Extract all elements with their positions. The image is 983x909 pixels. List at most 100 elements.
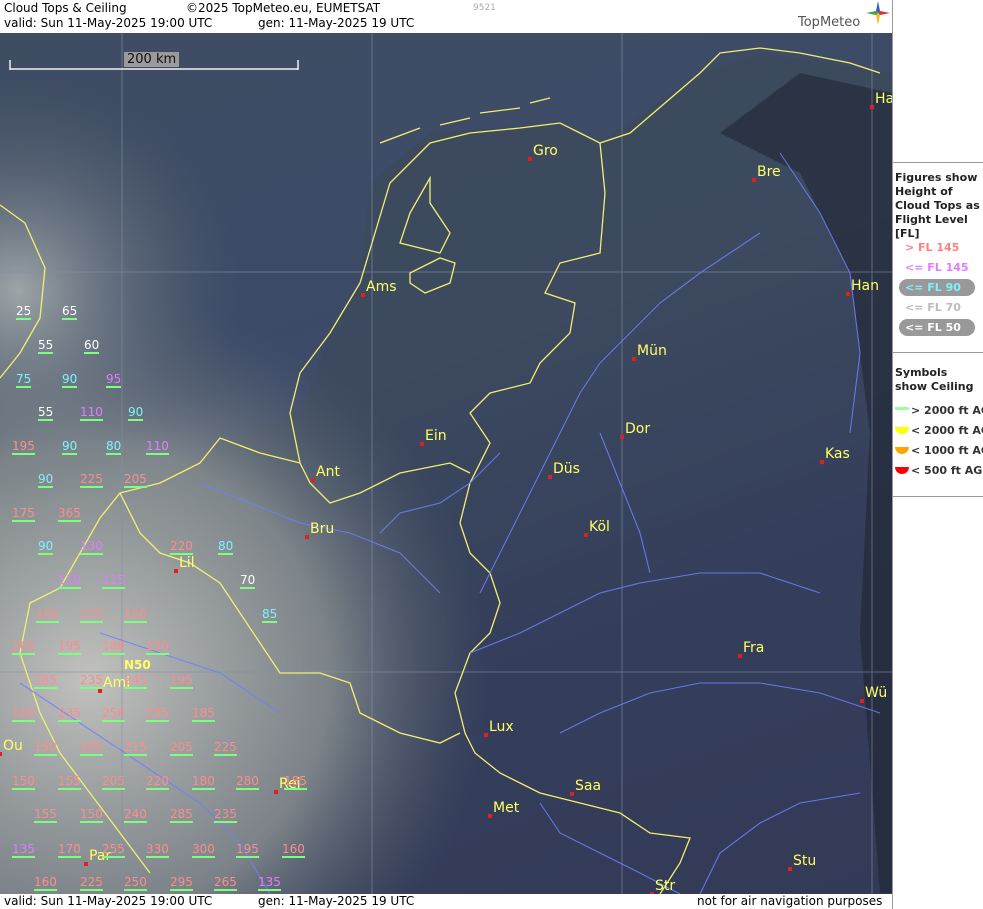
cloud-top-value: 115	[102, 573, 125, 589]
city-label: Düs	[553, 461, 580, 477]
city-dot	[84, 862, 88, 866]
cloud-top-value: 75	[16, 372, 32, 388]
city-label: Met	[493, 800, 520, 816]
city-label: Ou	[3, 738, 23, 754]
cloud-top-value: 245	[124, 673, 147, 689]
cloud-top-value: 205	[170, 740, 193, 756]
cloud-top-value: 90	[38, 472, 54, 488]
legend-panel: Figures show Height of Cloud Tops as Fli…	[892, 0, 983, 909]
cloud-top-value: 80	[218, 539, 234, 555]
map-graphics	[0, 33, 892, 894]
city-label: Stu	[793, 853, 817, 869]
cloud-top-value: 155	[34, 807, 57, 823]
cloud-top-value: 95	[106, 372, 122, 388]
copyright-text: ©2025 TopMeteo.eu, EUMETSAT	[186, 1, 381, 15]
ceiling-legend-item: < 500 ft AGL	[911, 464, 983, 477]
cloud-top-value: 195	[170, 673, 193, 689]
cloud-top-value: 90	[128, 405, 144, 421]
ceiling-legend-item: > 2000 ft AGL	[911, 404, 983, 417]
city-dot	[174, 569, 178, 573]
cloud-top-value: 55	[38, 405, 54, 421]
cloud-top-value: 330	[146, 842, 169, 858]
city-dot	[420, 442, 424, 446]
cloud-top-value: 70	[240, 573, 256, 589]
cloud-top-value: 280	[236, 774, 259, 790]
ceiling-symbol-icon	[895, 427, 909, 434]
cloud-top-value: 55	[38, 338, 54, 354]
city-label: Ams	[366, 279, 397, 295]
cloud-top-value: 110	[58, 573, 81, 589]
city-dot	[846, 292, 850, 296]
map-code: 9521	[473, 3, 496, 13]
cloud-top-value: 60	[84, 338, 100, 354]
cloud-top-value: 150	[34, 740, 57, 756]
cloud-top-value: 175	[80, 607, 103, 623]
city-dot	[788, 867, 792, 871]
cloud-top-value: 220	[170, 539, 193, 555]
cloud-top-value: 295	[170, 875, 193, 891]
cloud-top-value: 25	[16, 304, 32, 320]
city-dot	[570, 792, 574, 796]
city-dot	[488, 814, 492, 818]
cloud-top-value: 225	[80, 875, 103, 891]
cloud-top-value: 170	[58, 842, 81, 858]
city-label: Fra	[743, 640, 765, 656]
cloud-top-value: 135	[12, 842, 35, 858]
city-label: Mün	[637, 343, 667, 359]
ceiling-legend-item: < 2000 ft AGL	[911, 424, 983, 437]
city-dot	[311, 478, 315, 482]
city-label: Bru	[310, 521, 335, 537]
city-dot	[528, 157, 532, 161]
cloud-top-value: 150	[80, 807, 103, 823]
city-dot	[274, 790, 278, 794]
tops-legend-item: <= FL 50	[905, 321, 961, 334]
compass-logo-icon	[866, 1, 890, 25]
ceiling-symbol-icon	[895, 447, 909, 454]
cloud-top-value: 235	[58, 706, 81, 722]
cloud-top-value: 185	[34, 673, 57, 689]
tops-legend-item: > FL 145	[905, 241, 960, 254]
city-dot	[820, 460, 824, 464]
cloud-top-value: 80	[106, 439, 122, 455]
cloud-top-value: 225	[214, 740, 237, 756]
city-dot	[752, 178, 756, 182]
city-label: Kas	[825, 446, 850, 462]
ceiling-symbol-icon	[895, 407, 909, 410]
ceiling-symbol-icon	[895, 467, 909, 474]
topmeteo-logo-text: TopMeteo	[798, 15, 861, 30]
ceiling-legend-item: < 1000 ft AGL	[911, 444, 983, 457]
cloud-top-value: 250	[102, 706, 125, 722]
cloud-top-value: 205	[124, 472, 147, 488]
city-dot	[620, 435, 624, 439]
city-label: Saa	[575, 778, 602, 794]
cloud-top-value: 150	[12, 774, 35, 790]
cloud-top-value: 180	[192, 774, 215, 790]
valid-time: valid: Sun 11-May-2025 19:00 UTC	[4, 16, 213, 30]
grid-latitude-label: N50	[124, 658, 151, 672]
cloud-top-value: 65	[62, 304, 78, 320]
city-label: Ha	[875, 91, 892, 107]
footer-generated-time: gen: 11-May-2025 19 UTC	[258, 894, 415, 908]
cloud-top-value: 185	[80, 740, 103, 756]
cloud-top-value: 110	[146, 439, 169, 455]
cloud-top-value: 185	[192, 706, 215, 722]
cloud-top-value: 135	[258, 875, 281, 891]
cloud-top-value: 225	[80, 472, 103, 488]
cloud-top-value: 300	[192, 842, 215, 858]
city-label: Lux	[489, 719, 514, 735]
city-dot	[870, 105, 874, 109]
cloud-top-value: 240	[124, 807, 147, 823]
cloud-top-value: 165	[36, 607, 59, 623]
tops-legend-title: Figures show Height of Cloud Tops as Fli…	[895, 171, 980, 240]
city-dot	[305, 535, 309, 539]
cloud-top-value: 205	[102, 774, 125, 790]
cloud-top-value: 265	[214, 875, 237, 891]
city-dot	[860, 699, 864, 703]
ceiling-legend-title: Symbols show Ceiling	[895, 366, 974, 393]
cloud-top-value: 85	[262, 607, 278, 623]
satellite-map[interactable]: 200 km N50 Ha Gro Bre Ams Han Mün Ein Dor Ant Düs…	[0, 33, 892, 894]
scale-label: 200 km	[124, 52, 180, 67]
city-label: Wü	[865, 685, 888, 701]
cloud-top-value: 90	[38, 539, 54, 555]
city-label: Bre	[757, 164, 781, 180]
